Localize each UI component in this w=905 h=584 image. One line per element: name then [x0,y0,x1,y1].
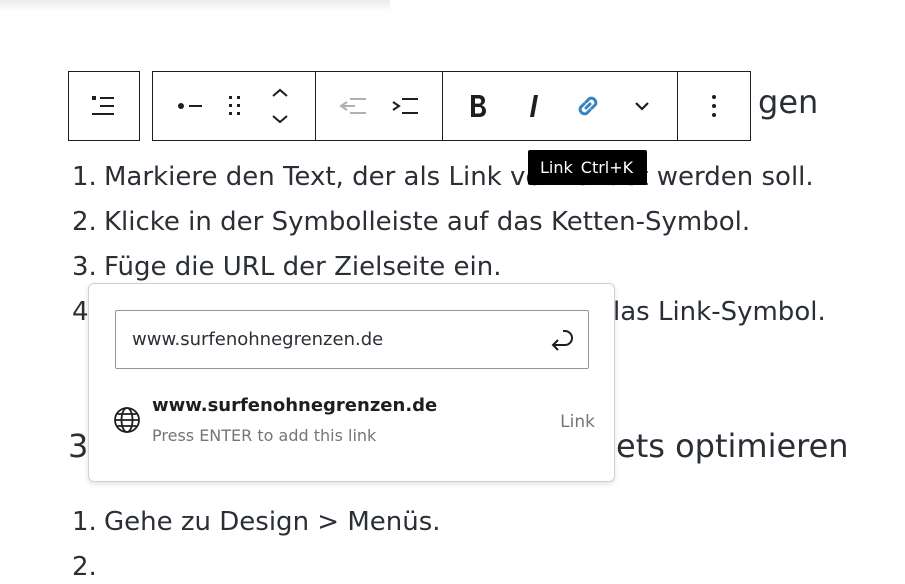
enter-icon [551,330,573,351]
italic-icon [530,95,538,117]
tooltip-label: Link [540,158,573,177]
link-suggestion[interactable]: www.surfenohnegrenzen.de Press ENTER to … [105,388,599,458]
move-button[interactable] [259,72,301,140]
suggestion-title: www.surfenohnegrenzen.de [152,395,438,416]
drag-handle-icon [229,96,240,115]
more-vertical-icon [712,95,716,117]
list-number: 1. [72,507,97,537]
url-field [115,310,589,369]
list-item[interactable]: 1. Gehe zu Design > Menüs. [72,505,441,539]
submit-link-button[interactable] [544,323,578,357]
globe-icon [114,407,140,433]
list-bullet-button[interactable] [163,72,219,140]
heading-partial-end: ets optimieren [616,427,849,465]
list-item-partial-text[interactable]: las Link-Symbol. [613,295,826,329]
outdent-button[interactable] [327,72,379,140]
tooltip-shortcut: Ctrl+K [580,158,634,177]
link-button[interactable] [565,72,611,140]
heading-partial-start: 3 [68,427,89,465]
options-button[interactable] [689,72,739,140]
block-toolbar [152,71,751,141]
list-icon [92,96,114,115]
list-item[interactable]: 1. Markiere den Text, der als Link verwen… [72,160,814,194]
indent-icon [392,98,418,114]
bold-button[interactable] [455,72,501,140]
list-text: Füge die URL der Zielseite ein. [104,252,502,282]
list-text: Gehe zu Design > Menüs. [104,507,441,537]
suggestion-hint: Press ENTER to add this link [152,426,377,445]
italic-button[interactable] [511,72,557,140]
drag-handle[interactable] [219,72,251,140]
link-tooltip: Link Ctrl+K [528,150,647,185]
chevron-up-down-icon [272,88,288,124]
suggestion-type: Link [560,412,595,432]
toolbar-separator [315,72,316,140]
bullet-icon [178,103,202,109]
bold-icon [471,95,486,117]
heading-partial-top: gen [758,83,819,121]
list-item[interactable]: 2. Klicke in der Symbolleiste auf das Ket… [72,205,750,239]
chevron-down-icon [635,102,649,111]
block-type-button[interactable] [69,72,139,140]
outdent-icon [339,98,366,114]
list-text: las Link-Symbol. [613,297,826,327]
block-switcher-group [68,71,140,141]
more-formats-button[interactable] [621,72,663,140]
list-item[interactable]: 3. Füge die URL der Zielseite ein. [72,250,502,284]
list-text: Klicke in der Symbolleiste auf das Kette… [104,207,751,237]
indent-button[interactable] [379,72,431,140]
link-icon [578,96,598,116]
list-number: 2. [72,207,97,237]
list-number: 3. [72,252,97,282]
list-text: Markiere den Text, der als Link verwende… [104,162,814,192]
list-number-cut: 2. [72,552,97,582]
list-item-cut-off: 2. [72,550,104,584]
url-input[interactable] [132,311,532,368]
link-popover: www.surfenohnegrenzen.de Press ENTER to … [88,283,615,482]
toolbar-separator [442,72,443,140]
toolbar-separator [677,72,678,140]
list-number: 1. [72,162,97,192]
